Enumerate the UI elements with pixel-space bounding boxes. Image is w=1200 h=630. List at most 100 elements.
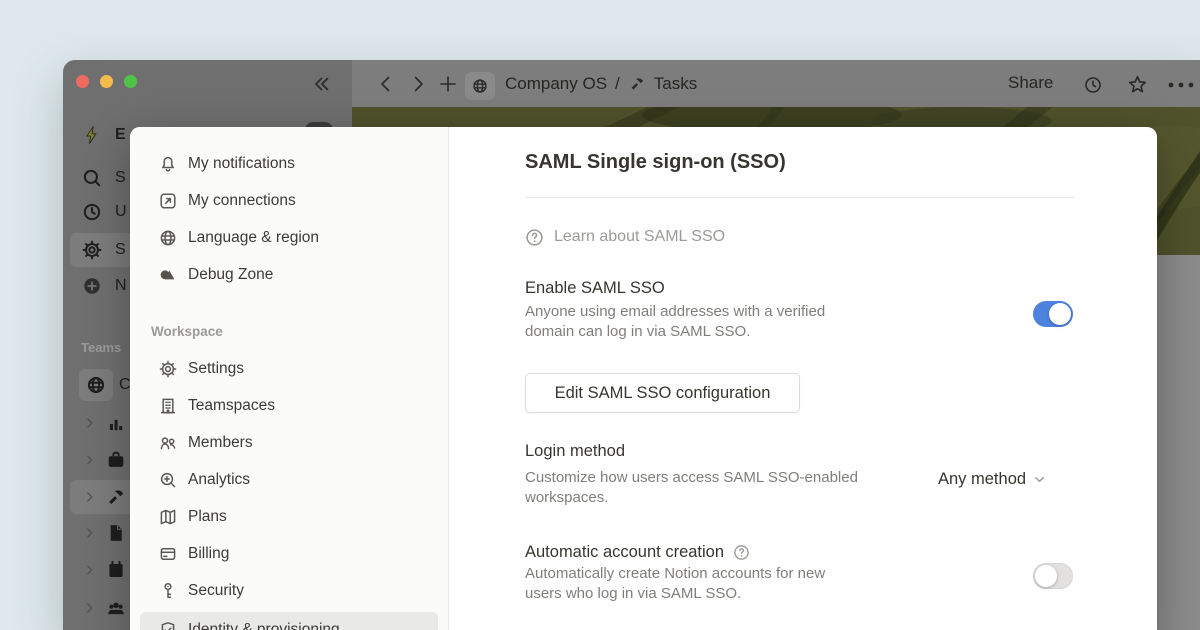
enable-sso-description: Anyone using email addresses with a veri… xyxy=(525,302,855,342)
bell-icon xyxy=(158,154,178,174)
learn-link-label: Learn about SAML SSO xyxy=(554,228,725,246)
magnifier-plus-icon xyxy=(158,470,178,490)
settings-modal: My notifications My connections Language… xyxy=(130,127,1157,630)
auto-account-creation-description: Automatically create Notion accounts for… xyxy=(525,564,855,604)
chevron-right-icon xyxy=(83,526,97,540)
sidebar-item-settings[interactable]: Settings xyxy=(140,353,438,385)
shapes-icon xyxy=(158,265,178,285)
sidebar-item-debug-zone[interactable]: Debug Zone xyxy=(140,259,438,291)
chevron-right-icon xyxy=(83,416,97,430)
page-title: SAML Single sign-on (SSO) xyxy=(525,151,786,174)
chevron-right-icon xyxy=(83,490,97,504)
bg-sidebar-item-workspace[interactable]: E xyxy=(81,122,126,148)
favorite-star-icon[interactable] xyxy=(1127,74,1148,95)
sidebar-item-label: Language & region xyxy=(188,229,319,247)
bg-page-row-tasks[interactable] xyxy=(83,484,127,510)
bg-updates-label-fragment: U xyxy=(115,203,127,221)
shield-check-icon xyxy=(158,620,178,630)
more-options-icon[interactable] xyxy=(1168,82,1196,88)
sidebar-item-label: Billing xyxy=(188,545,229,563)
sidebar-item-label: Members xyxy=(188,434,253,452)
edit-saml-config-button[interactable]: Edit SAML SSO configuration xyxy=(525,373,800,413)
bg-sidebar-item-updates[interactable]: U xyxy=(81,199,127,225)
sidebar-item-language-region[interactable]: Language & region xyxy=(140,222,438,254)
sidebar-item-label: My notifications xyxy=(188,155,295,173)
auto-account-creation-header: Automatic account creation xyxy=(525,541,750,563)
help-circle-icon[interactable] xyxy=(733,544,750,561)
lightning-icon xyxy=(81,124,103,146)
bg-page-row-briefcase[interactable] xyxy=(83,447,127,473)
sidebar-item-label: Analytics xyxy=(188,471,250,489)
new-tab-icon[interactable] xyxy=(438,74,458,94)
sidebar-item-teamspaces[interactable]: Teamspaces xyxy=(140,390,438,422)
bg-page-row-document[interactable] xyxy=(83,520,127,546)
toggle-knob xyxy=(1049,303,1071,325)
breadcrumb-page[interactable]: Tasks xyxy=(654,74,697,94)
enable-sso-label: Enable SAML SSO xyxy=(525,279,665,298)
sidebar-item-identity-provisioning[interactable]: Identity & provisioning xyxy=(140,612,438,630)
sidebar-item-label: My connections xyxy=(188,192,296,210)
bg-page-row-calendar[interactable] xyxy=(83,557,127,583)
zoom-window-button[interactable] xyxy=(124,75,137,88)
minimize-window-button[interactable] xyxy=(100,75,113,88)
breadcrumb-separator: / xyxy=(615,74,620,94)
breadcrumb-workspace[interactable]: Company OS xyxy=(505,74,607,94)
globe-tab-icon xyxy=(471,77,489,95)
sidebar-item-my-connections[interactable]: My connections xyxy=(140,185,438,217)
breadcrumb: Company OS / Tasks xyxy=(505,73,697,95)
bg-page-row-analytics[interactable] xyxy=(83,410,127,436)
sidebar-item-label: Debug Zone xyxy=(188,266,273,284)
back-icon[interactable] xyxy=(376,74,396,94)
bg-new-page-label-fragment: N xyxy=(115,277,127,295)
sidebar-item-label: Teamspaces xyxy=(188,397,275,415)
bg-sidebar-item-new-page[interactable]: N xyxy=(81,273,127,299)
plus-circle-icon xyxy=(81,275,103,297)
enable-sso-toggle[interactable] xyxy=(1033,301,1073,327)
sidebar-item-my-notifications[interactable]: My notifications xyxy=(140,148,438,180)
document-icon xyxy=(105,522,127,544)
sidebar-item-security[interactable]: Security xyxy=(140,575,438,607)
bg-team-label-fragment: C xyxy=(119,376,131,394)
login-method-label: Login method xyxy=(525,442,625,461)
building-icon xyxy=(158,396,178,416)
search-icon xyxy=(81,167,103,189)
bar-chart-icon xyxy=(105,412,127,434)
sidebar-item-members[interactable]: Members xyxy=(140,427,438,459)
chevron-right-icon xyxy=(83,563,97,577)
chevron-right-icon xyxy=(83,601,97,615)
sidebar-item-plans[interactable]: Plans xyxy=(140,501,438,533)
hammer-icon xyxy=(105,486,127,508)
key-icon xyxy=(158,581,178,601)
map-icon xyxy=(158,507,178,527)
sidebar-item-billing[interactable]: Billing xyxy=(140,538,438,570)
login-method-dropdown[interactable]: Any method xyxy=(938,468,1047,490)
sidebar-item-analytics[interactable]: Analytics xyxy=(140,464,438,496)
app-window: Company OS / Tasks Share E S U xyxy=(63,60,1200,630)
gear-icon xyxy=(81,239,103,261)
bg-sidebar-item-search[interactable]: S xyxy=(81,165,126,191)
share-button[interactable]: Share xyxy=(1008,73,1053,93)
login-method-description: Customize how users access SAML SSO-enab… xyxy=(525,468,870,508)
calendar-icon xyxy=(105,559,127,581)
tab-favicon-chip[interactable] xyxy=(465,72,495,100)
workspace-section-header: Workspace xyxy=(151,324,223,339)
bg-sidebar-item-settings[interactable]: S xyxy=(81,237,126,263)
toggle-knob xyxy=(1035,565,1057,587)
screenshot-root: { "titlebar": { "share_label": "Share", … xyxy=(0,0,1200,630)
traffic-lights xyxy=(76,75,137,88)
people-group-icon xyxy=(105,597,127,619)
people-icon xyxy=(158,433,178,453)
forward-icon[interactable] xyxy=(408,74,428,94)
sidebar-item-label: Security xyxy=(188,582,244,600)
learn-about-saml-link[interactable]: Learn about SAML SSO xyxy=(525,226,725,248)
bg-sidebar-item-company-os[interactable]: C xyxy=(85,372,131,398)
arrow-up-right-box-icon xyxy=(158,191,178,211)
sidebar-item-label: Settings xyxy=(188,360,244,378)
bg-page-row-people[interactable] xyxy=(83,595,127,621)
collapse-sidebar-icon[interactable] xyxy=(311,74,331,94)
close-window-button[interactable] xyxy=(76,75,89,88)
bg-workspace-name-fragment: E xyxy=(115,126,126,144)
history-clock-icon[interactable] xyxy=(1083,75,1103,95)
auto-account-creation-toggle[interactable] xyxy=(1033,563,1073,589)
chevron-down-icon xyxy=(1032,472,1047,487)
